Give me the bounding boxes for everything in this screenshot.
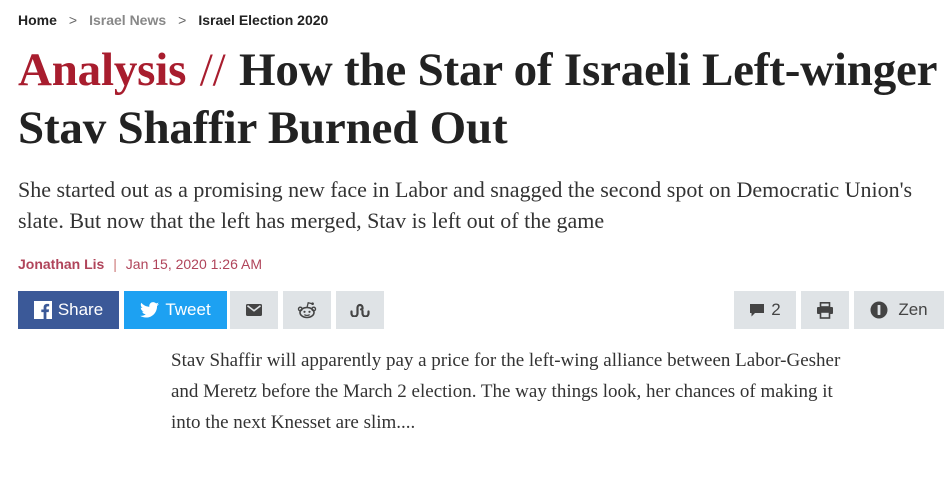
print-icon bbox=[816, 301, 834, 319]
publish-date: Jan 15, 2020 1:26 AM bbox=[125, 256, 262, 272]
breadcrumb-separator: > bbox=[178, 12, 187, 28]
info-icon bbox=[870, 301, 888, 319]
article-kicker: Analysis bbox=[18, 44, 187, 96]
email-share-button[interactable] bbox=[230, 291, 278, 329]
twitter-icon bbox=[140, 302, 160, 318]
breadcrumb-topic-link[interactable]: Israel Election 2020 bbox=[198, 12, 328, 28]
article-headline: Analysis // How the Star of Israeli Left… bbox=[18, 41, 938, 157]
facebook-share-button[interactable]: Share bbox=[18, 291, 119, 329]
reddit-icon bbox=[297, 301, 317, 319]
breadcrumb: Home > Israel News > Israel Election 202… bbox=[18, 12, 328, 28]
byline-separator: | bbox=[113, 256, 117, 272]
comments-button[interactable]: 2 bbox=[734, 291, 796, 329]
email-icon bbox=[246, 304, 262, 316]
zen-mode-label: Zen bbox=[898, 300, 928, 319]
article-subtitle: She started out as a promising new face … bbox=[18, 177, 913, 233]
facebook-icon bbox=[33, 301, 52, 319]
kicker-separator: // bbox=[199, 44, 226, 96]
stumbleupon-icon bbox=[350, 303, 370, 317]
breadcrumb-home-link[interactable]: Home bbox=[18, 12, 57, 28]
reddit-share-button[interactable] bbox=[283, 291, 331, 329]
comments-count: 2 bbox=[771, 300, 781, 319]
breadcrumb-section-link[interactable]: Israel News bbox=[89, 12, 166, 28]
twitter-tweet-button[interactable]: Tweet bbox=[124, 291, 227, 329]
facebook-share-label: Share bbox=[57, 300, 104, 319]
article-body-excerpt: Stav Shaffir will apparently pay a price… bbox=[171, 350, 841, 433]
breadcrumb-separator: > bbox=[68, 12, 78, 28]
comment-icon bbox=[749, 303, 765, 318]
zen-mode-button[interactable]: Zen bbox=[854, 291, 944, 329]
twitter-tweet-label: Tweet bbox=[165, 300, 211, 319]
stumbleupon-share-button[interactable] bbox=[336, 291, 384, 329]
print-button[interactable] bbox=[801, 291, 849, 329]
byline: Jonathan Lis | Jan 15, 2020 1:26 AM bbox=[18, 256, 262, 272]
author-link[interactable]: Jonathan Lis bbox=[18, 256, 104, 272]
